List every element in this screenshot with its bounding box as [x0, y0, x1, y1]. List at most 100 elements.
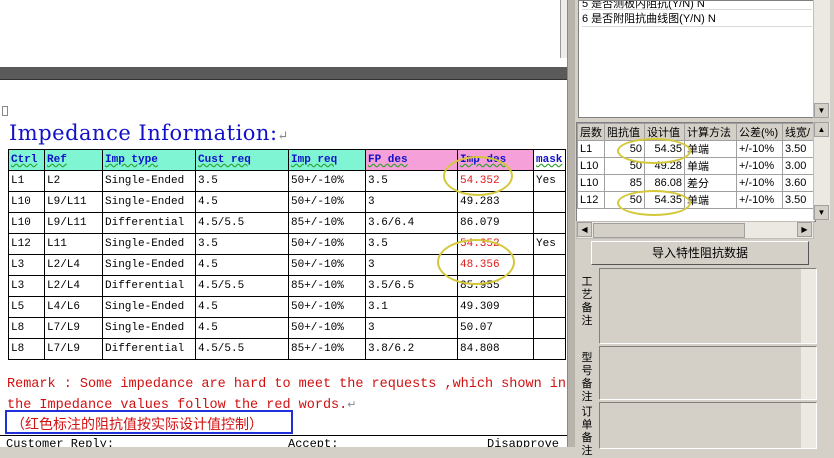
cell: L2/L4	[44, 275, 103, 297]
list-scrollbar[interactable]: ▼	[813, 0, 830, 118]
grid-cell: L10	[577, 174, 605, 192]
cell: L9/L11	[44, 191, 103, 213]
grid-cell: 差分	[684, 174, 737, 192]
impedance-grid[interactable]: 层数 阻抗值 设计值 计算方法 公差(%) 线宽/ L1 50 54.35 单端…	[576, 122, 816, 222]
cell: 49.309	[457, 296, 534, 318]
cell: L4/L6	[44, 296, 103, 318]
cell: Single-Ended	[102, 233, 196, 255]
model-notes-field[interactable]	[599, 346, 817, 400]
page-edge	[560, 0, 561, 58]
process-notes-label: 工艺备注	[581, 276, 593, 327]
scroll-thumb[interactable]	[593, 223, 745, 238]
col-fp-des: FP des	[365, 149, 458, 171]
cell: Differential	[102, 212, 196, 234]
cell: 3.5	[195, 233, 289, 255]
cell: 3	[365, 191, 458, 213]
cell: 4.5	[195, 317, 289, 339]
table-row: L8 L7/L9 Differential 4.5/5.5 85+/-10% 3…	[8, 338, 566, 360]
grid-cell: 单端	[684, 191, 737, 209]
import-impedance-button[interactable]: 导入特性阻抗数据	[591, 241, 809, 265]
grid-row[interactable]: L10 85 86.08 差分 +/-10% 3.60	[577, 174, 815, 192]
cell: 86.079	[457, 212, 534, 234]
list-item[interactable]: 6 是否附阻抗曲线图(Y/N) N	[582, 10, 812, 27]
cell: Single-Ended	[102, 170, 196, 192]
grid-col-method[interactable]: 计算方法	[684, 123, 737, 141]
grid-cell: L1	[577, 140, 605, 158]
col-imp-req: Imp req	[288, 149, 366, 171]
annotation-ellipse	[443, 156, 513, 196]
col-ref: Ref	[44, 149, 103, 171]
cell	[533, 254, 566, 276]
cell: L7/L9	[44, 317, 103, 339]
grid-horizontal-scrollbar[interactable]: ◀ ▶	[576, 221, 814, 239]
cell: 50+/-10%	[288, 254, 366, 276]
cell: 4.5/5.5	[195, 338, 289, 360]
cell: Single-Ended	[102, 254, 196, 276]
grid-col-linewidth[interactable]: 线宽/	[782, 123, 815, 141]
notes-scrollbar[interactable]	[801, 347, 816, 399]
scroll-down-icon[interactable]: ▼	[814, 103, 829, 118]
grid-row[interactable]: L12 50 54.35 单端 +/-10% 3.50	[577, 191, 815, 209]
col-imp-type: Imp type	[102, 149, 196, 171]
cell: L8	[8, 317, 45, 339]
notes-scrollbar[interactable]	[801, 269, 816, 343]
requirement-list[interactable]: 5 是否测板内阻抗(Y/N) N 6 是否附阻抗曲线图(Y/N) N	[578, 0, 816, 118]
cell	[533, 275, 566, 297]
cell: L7/L9	[44, 338, 103, 360]
disapprove-label: Disapprove	[487, 437, 560, 447]
annotation-ellipse	[617, 138, 691, 164]
grid-vertical-scrollbar[interactable]: ▲ ▼	[813, 122, 830, 220]
page-separator-bar	[0, 67, 567, 79]
col-cust-req: Cust req	[195, 149, 289, 171]
cell: L10	[8, 191, 45, 213]
order-notes-field[interactable]	[599, 402, 817, 449]
notes-scrollbar[interactable]	[801, 403, 816, 448]
impedance-title: Impedance Information:↵	[9, 121, 289, 145]
list-item[interactable]: 5 是否测板内阻抗(Y/N) N	[582, 1, 812, 10]
cell: Differential	[102, 275, 196, 297]
cell: L11	[44, 233, 103, 255]
cell: 3	[365, 317, 458, 339]
cell: 4.5	[195, 191, 289, 213]
cell: Yes	[533, 233, 566, 255]
annotation-ellipse	[617, 190, 691, 216]
cell: L3	[8, 254, 45, 276]
cell	[533, 338, 566, 360]
cell: 3.8/6.2	[365, 338, 458, 360]
table-row: L10 L9/L11 Differential 4.5/5.5 85+/-10%…	[8, 212, 566, 234]
impedance-grid-table: 层数 阻抗值 设计值 计算方法 公差(%) 线宽/ L1 50 54.35 单端…	[577, 123, 815, 209]
table-row: L8 L7/L9 Single-Ended 4.5 50+/-10% 3 50.…	[8, 317, 566, 339]
grid-row[interactable]: L10 50 49.28 单端 +/-10% 3.00	[577, 157, 815, 175]
right-panel: 5 是否测板内阻抗(Y/N) N 6 是否附阻抗曲线图(Y/N) N ▼ 层数 …	[575, 0, 834, 457]
grid-row[interactable]: L1 50 54.35 单端 +/-10% 3.50	[577, 140, 815, 158]
cell: L1	[8, 170, 45, 192]
grid-col-tolerance[interactable]: 公差(%)	[736, 123, 783, 141]
grid-col-layer[interactable]: 层数	[577, 123, 605, 141]
cell: L5	[8, 296, 45, 318]
scroll-up-icon[interactable]: ▲	[814, 122, 829, 137]
cell: Yes	[533, 170, 566, 192]
cell: 3.6/6.4	[365, 212, 458, 234]
document-pane[interactable]: Impedance Information:↵ Ctrl Ref Imp typ…	[0, 0, 567, 447]
cell: 85+/-10%	[288, 338, 366, 360]
grid-cell: L10	[577, 157, 605, 175]
cell: L3	[8, 275, 45, 297]
accept-label: Accept:	[288, 437, 339, 447]
cell: 4.5/5.5	[195, 275, 289, 297]
process-notes-field[interactable]	[599, 268, 817, 344]
cell: L10	[8, 212, 45, 234]
scroll-right-icon[interactable]: ▶	[797, 222, 812, 237]
cell: 4.5/5.5	[195, 212, 289, 234]
grid-cell: 单端	[684, 140, 737, 158]
footer-divider	[0, 435, 567, 436]
table-row: L5 L4/L6 Single-Ended 4.5 50+/-10% 3.1 4…	[8, 296, 566, 318]
scroll-down-icon[interactable]: ▼	[814, 205, 829, 220]
cell: L12	[8, 233, 45, 255]
cell: 4.5	[195, 254, 289, 276]
cell: 50+/-10%	[288, 191, 366, 213]
grid-cell: +/-10%	[736, 140, 783, 158]
cell: L2/L4	[44, 254, 103, 276]
cell: Differential	[102, 338, 196, 360]
scroll-left-icon[interactable]: ◀	[577, 222, 592, 237]
grid-col-impedance[interactable]: 阻抗值	[604, 123, 645, 141]
